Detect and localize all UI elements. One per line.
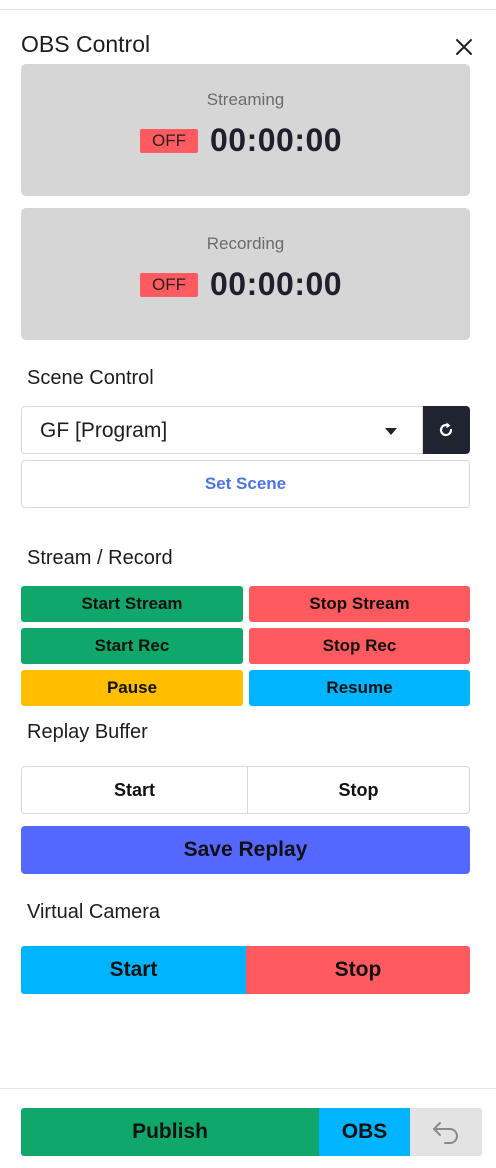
replay-buffer-heading: Replay Buffer: [27, 721, 148, 743]
streaming-timer: 00:00:00: [210, 122, 343, 158]
chevron-down-icon: [385, 428, 397, 435]
virtual-camera-heading: Virtual Camera: [27, 901, 161, 923]
recording-timer: 00:00:00: [210, 266, 343, 302]
set-scene-button[interactable]: Set Scene: [21, 460, 470, 508]
start-rec-button[interactable]: Start Rec: [21, 628, 243, 664]
replay-buffer-controls: Start Stop: [21, 766, 470, 814]
stop-rec-button[interactable]: Stop Rec: [249, 628, 470, 664]
stream-record-heading: Stream / Record: [27, 547, 173, 569]
publish-button[interactable]: Publish: [21, 1108, 319, 1156]
resume-button[interactable]: Resume: [249, 670, 470, 706]
close-button[interactable]: [451, 34, 477, 60]
scene-select[interactable]: GF [Program]: [21, 406, 423, 454]
vcam-stop-button[interactable]: Stop: [246, 946, 470, 994]
recording-label: Recording: [206, 234, 285, 253]
footer-divider: [0, 1088, 496, 1089]
streaming-status-card: Streaming OFF 00:00:00: [21, 64, 470, 196]
refresh-icon: [439, 422, 453, 437]
undo-icon: [433, 1122, 458, 1144]
recording-state-badge: OFF: [140, 273, 198, 297]
close-icon: [456, 39, 472, 55]
refresh-scenes-button[interactable]: [423, 406, 470, 454]
scene-select-value: GF [Program]: [40, 419, 168, 442]
top-divider: [0, 9, 496, 10]
replay-start-button[interactable]: Start: [22, 767, 247, 813]
recording-status-card: Recording OFF 00:00:00: [21, 208, 470, 340]
replay-stop-button[interactable]: Stop: [248, 767, 469, 813]
back-button[interactable]: [410, 1108, 482, 1156]
panel-title: OBS Control: [21, 31, 151, 57]
obs-tab-button[interactable]: OBS: [319, 1108, 410, 1156]
save-replay-button[interactable]: Save Replay: [21, 826, 470, 874]
pause-button[interactable]: Pause: [21, 670, 243, 706]
stop-stream-button[interactable]: Stop Stream: [249, 586, 470, 622]
streaming-label: Streaming: [206, 90, 285, 109]
start-stream-button[interactable]: Start Stream: [21, 586, 243, 622]
streaming-state-badge: OFF: [140, 129, 198, 153]
vcam-start-button[interactable]: Start: [21, 946, 246, 994]
scene-control-heading: Scene Control: [27, 367, 154, 389]
